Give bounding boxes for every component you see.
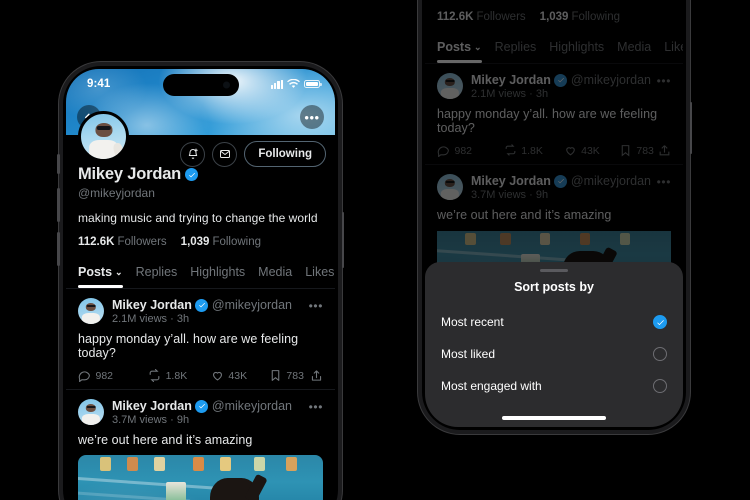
post-text: we’re out here and it’s amazing (78, 433, 253, 447)
avatar[interactable] (78, 399, 104, 425)
more-horizontal-icon[interactable]: ••• (309, 399, 323, 413)
dynamic-island (162, 74, 239, 96)
sort-option-most-engaged[interactable]: Most engaged with (425, 370, 683, 402)
scene: @mikeyjordan making music and trying to … (0, 0, 750, 500)
sort-posts-sheet: Sort posts by Most recent Most liked Mos… (425, 261, 683, 427)
tab-replies-label: Replies (135, 265, 178, 279)
repost-count: 1.8K (165, 369, 188, 382)
home-indicator[interactable] (502, 416, 606, 420)
volume-up-button[interactable] (57, 188, 60, 222)
tab-highlights[interactable]: Highlights (190, 260, 245, 288)
post-item[interactable]: Mikey Jordan @mikeyjordan 3.7M views · 9… (66, 390, 335, 500)
post-text: happy monday y’all. how are we feeling t… (78, 332, 299, 360)
post-time: 3h (176, 313, 190, 325)
bookmark-action[interactable]: 783 (269, 369, 310, 382)
profile-screen-front: 9:41 ••• Following Mikey Jordan @mikeyjo… (66, 69, 335, 500)
phone-front-screen: 9:41 ••• Following Mikey Jordan @mikeyjo… (66, 69, 335, 500)
power-button[interactable] (689, 102, 692, 154)
sheet-title: Sort posts by (514, 280, 594, 294)
post-meta: 2.1M views · 3h (112, 313, 301, 325)
post-views: 3.7M views (112, 414, 168, 426)
status-time: 9:41 (87, 78, 111, 90)
verified-badge-icon (195, 399, 209, 413)
post-author: Mikey Jordan (112, 298, 192, 312)
post-time: 9h (176, 414, 190, 426)
mute-switch[interactable] (57, 154, 60, 174)
phone-front: 9:41 ••• Following Mikey Jordan @mikeyjo… (57, 62, 344, 500)
post-separator: · (170, 414, 174, 426)
page-title: Mikey Jordan (78, 165, 182, 183)
sort-option-most-liked[interactable]: Most liked (425, 338, 683, 370)
following-stat[interactable]: 1,039 Following (181, 236, 261, 248)
tab-media[interactable]: Media (258, 260, 292, 288)
phone-back: @mikeyjordan making music and trying to … (418, 0, 692, 434)
share-action[interactable] (310, 369, 323, 382)
following-label: Following (212, 236, 262, 248)
post-handle: @mikeyjordan (211, 298, 292, 312)
tab-likes-label: Likes (305, 265, 335, 279)
following-button[interactable]: Following (244, 141, 326, 167)
profile-handle: @mikeyjordan (78, 186, 155, 200)
followers-stat[interactable]: 112.6K Followers (78, 236, 167, 248)
more-horizontal-icon[interactable]: ••• (309, 298, 323, 312)
cellular-bars-icon (270, 79, 283, 89)
following-count: 1,039 (180, 236, 210, 248)
profile-bio: making music and trying to change the wo… (78, 211, 318, 225)
post-separator: · (170, 313, 174, 325)
tab-likes[interactable]: Likes (305, 260, 334, 288)
verified-badge-icon (195, 298, 209, 312)
sheet-grabber[interactable] (540, 268, 568, 272)
post-actions: 982 1.8K 43K 783 (78, 369, 323, 382)
verified-badge-icon (185, 168, 199, 181)
sort-option-label: Most engaged with (441, 379, 542, 393)
chevron-down-icon: ⌄ (115, 266, 123, 277)
post-views: 2.1M views (112, 313, 168, 325)
like-action[interactable]: 43K (211, 369, 269, 382)
reply-action[interactable]: 982 (78, 369, 148, 382)
post-author: Mikey Jordan (112, 399, 192, 413)
bell-plus-icon[interactable] (180, 141, 206, 167)
tab-posts[interactable]: Posts ⌄ (78, 260, 123, 288)
radio-unselected-icon[interactable] (653, 347, 667, 361)
profile-action-buttons: Following (180, 141, 326, 167)
avatar[interactable] (78, 298, 104, 324)
volume-down-button[interactable] (57, 232, 60, 266)
profile-tabs: Posts ⌄ Replies Highlights Media Likes (66, 260, 335, 289)
tab-highlights-label: Highlights (190, 265, 246, 279)
post-meta: 3.7M views · 9h (112, 414, 301, 426)
repost-action[interactable]: 1.8K (148, 369, 211, 382)
battery-full-icon (304, 79, 322, 89)
radio-selected-icon[interactable] (653, 315, 667, 329)
sort-option-most-recent[interactable]: Most recent (425, 306, 683, 338)
tab-replies[interactable]: Replies (136, 260, 178, 288)
post-handle: @mikeyjordan (211, 399, 292, 413)
tab-posts-label: Posts (78, 265, 113, 279)
underwater-pool-photo[interactable] (78, 455, 323, 500)
radio-unselected-icon[interactable] (653, 379, 667, 393)
profile-stats: 112.6K Followers 1,039 Following (78, 236, 323, 248)
envelope-icon[interactable] (212, 141, 238, 167)
followers-label: Followers (117, 236, 167, 248)
followers-count: 112.6K (78, 236, 115, 248)
avatar[interactable] (78, 111, 129, 162)
sort-option-label: Most liked (441, 347, 496, 361)
post-item[interactable]: Mikey Jordan @mikeyjordan 2.1M views · 3… (66, 289, 335, 390)
power-button[interactable] (341, 212, 344, 268)
sort-option-label: Most recent (441, 315, 504, 329)
more-horizontal-icon[interactable]: ••• (300, 105, 324, 129)
reply-count: 982 (95, 369, 114, 382)
phone-back-screen: @mikeyjordan making music and trying to … (425, 0, 683, 427)
tab-media-label: Media (258, 265, 293, 279)
like-count: 43K (228, 369, 248, 382)
wifi-icon (287, 79, 300, 88)
bookmark-count: 783 (286, 369, 304, 382)
